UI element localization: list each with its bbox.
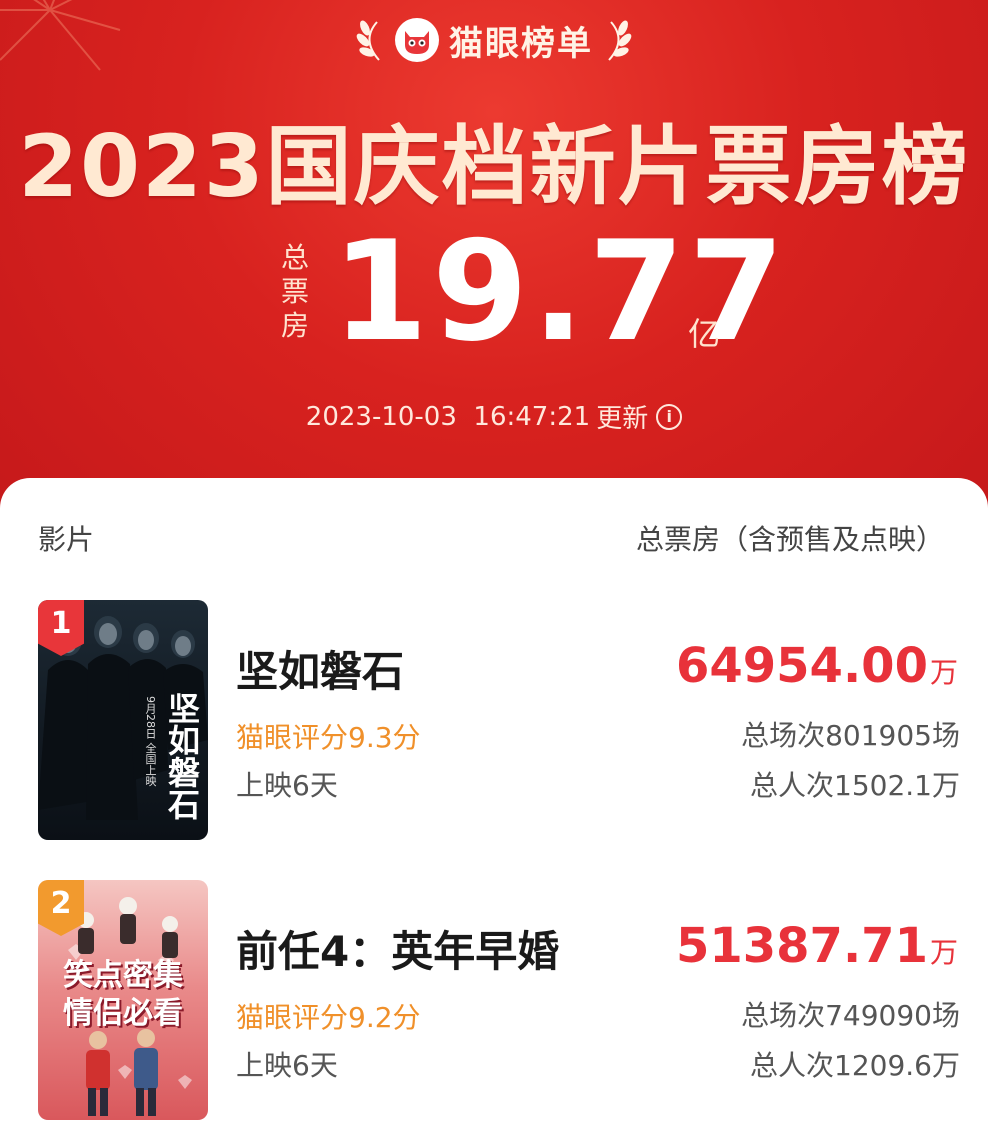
- movie-viewers: 总人次1209.6万: [750, 1049, 960, 1082]
- laurel-left-icon: [356, 20, 380, 61]
- movie-shows: 总场次749090场: [741, 999, 960, 1032]
- movie-shows: 总场次801905场: [741, 719, 960, 752]
- gross-unit: 万: [929, 656, 958, 689]
- info-icon[interactable]: i: [656, 403, 683, 430]
- movie-row[interactable]: 坚如磐石 9月28日 全国上映 1 坚如磐石 猫眼评分9.3分 上映6天 649…: [0, 600, 988, 840]
- movie-viewers: 总人次1502.1万: [750, 769, 960, 802]
- movie-poster[interactable]: 坚如磐石 9月28日 全国上映 1: [38, 600, 208, 840]
- brand-row: 猫眼榜单: [0, 10, 988, 70]
- header-banner: 猫眼榜单 2023国庆档新片票房榜 总 票 房 19.77 亿 2023-10-…: [0, 0, 988, 560]
- brand-name: 猫眼榜单: [449, 23, 593, 64]
- gross-value: 51387.71: [675, 918, 928, 974]
- ranking-card: 影片 总票房（含预售及点映） 坚如磐石 9月28日 全国上映 1 坚如磐石 猫眼…: [0, 478, 988, 1146]
- page-title: 2023国庆档新片票房榜: [18, 117, 970, 217]
- total-value: 19.77: [332, 211, 789, 372]
- col-gross: 总票房（含预售及点映）: [635, 523, 944, 556]
- update-time: 2023-10-03 16:47:21: [305, 401, 591, 432]
- movie-gross: 64954.00万: [676, 638, 958, 694]
- total-label: 总 票 房: [280, 241, 309, 342]
- movie-score: 猫眼评分9.3分: [236, 721, 421, 754]
- movie-name[interactable]: 坚如磐石: [236, 638, 404, 699]
- movie-days: 上映6天: [236, 769, 338, 802]
- movie-name[interactable]: 前任4：英年早婚: [236, 918, 559, 979]
- movie-row[interactable]: 笑点密集 情侣必看 2 前任4：英年早婚 猫眼评分9.2分 上映6天 51387…: [0, 880, 988, 1120]
- movie-score: 猫眼评分9.2分: [236, 1001, 421, 1034]
- gross-unit: 万: [929, 936, 958, 969]
- column-header: 影片 总票房（含预售及点映）: [0, 518, 988, 558]
- poster-date: 9月28日 全国上映: [144, 696, 157, 787]
- total-unit: 亿: [688, 315, 721, 353]
- update-label: 更新: [596, 404, 649, 434]
- laurel-right-icon: [608, 20, 632, 61]
- col-film: 影片: [38, 523, 95, 556]
- maoyan-logo-icon: [395, 18, 439, 62]
- movie-poster[interactable]: 笑点密集 情侣必看 2: [38, 880, 208, 1120]
- movie-days: 上映6天: [236, 1049, 338, 1082]
- gross-value: 64954.00: [675, 638, 928, 694]
- total-box-office: 总 票 房 19.77 亿: [0, 217, 988, 367]
- update-info[interactable]: 2023-10-03 16:47:21 更新 i: [0, 398, 988, 435]
- movie-gross: 51387.71万: [676, 918, 958, 974]
- poster-title: 坚如磐石: [163, 692, 201, 820]
- poster-slogan-2: 情侣必看: [63, 996, 183, 1031]
